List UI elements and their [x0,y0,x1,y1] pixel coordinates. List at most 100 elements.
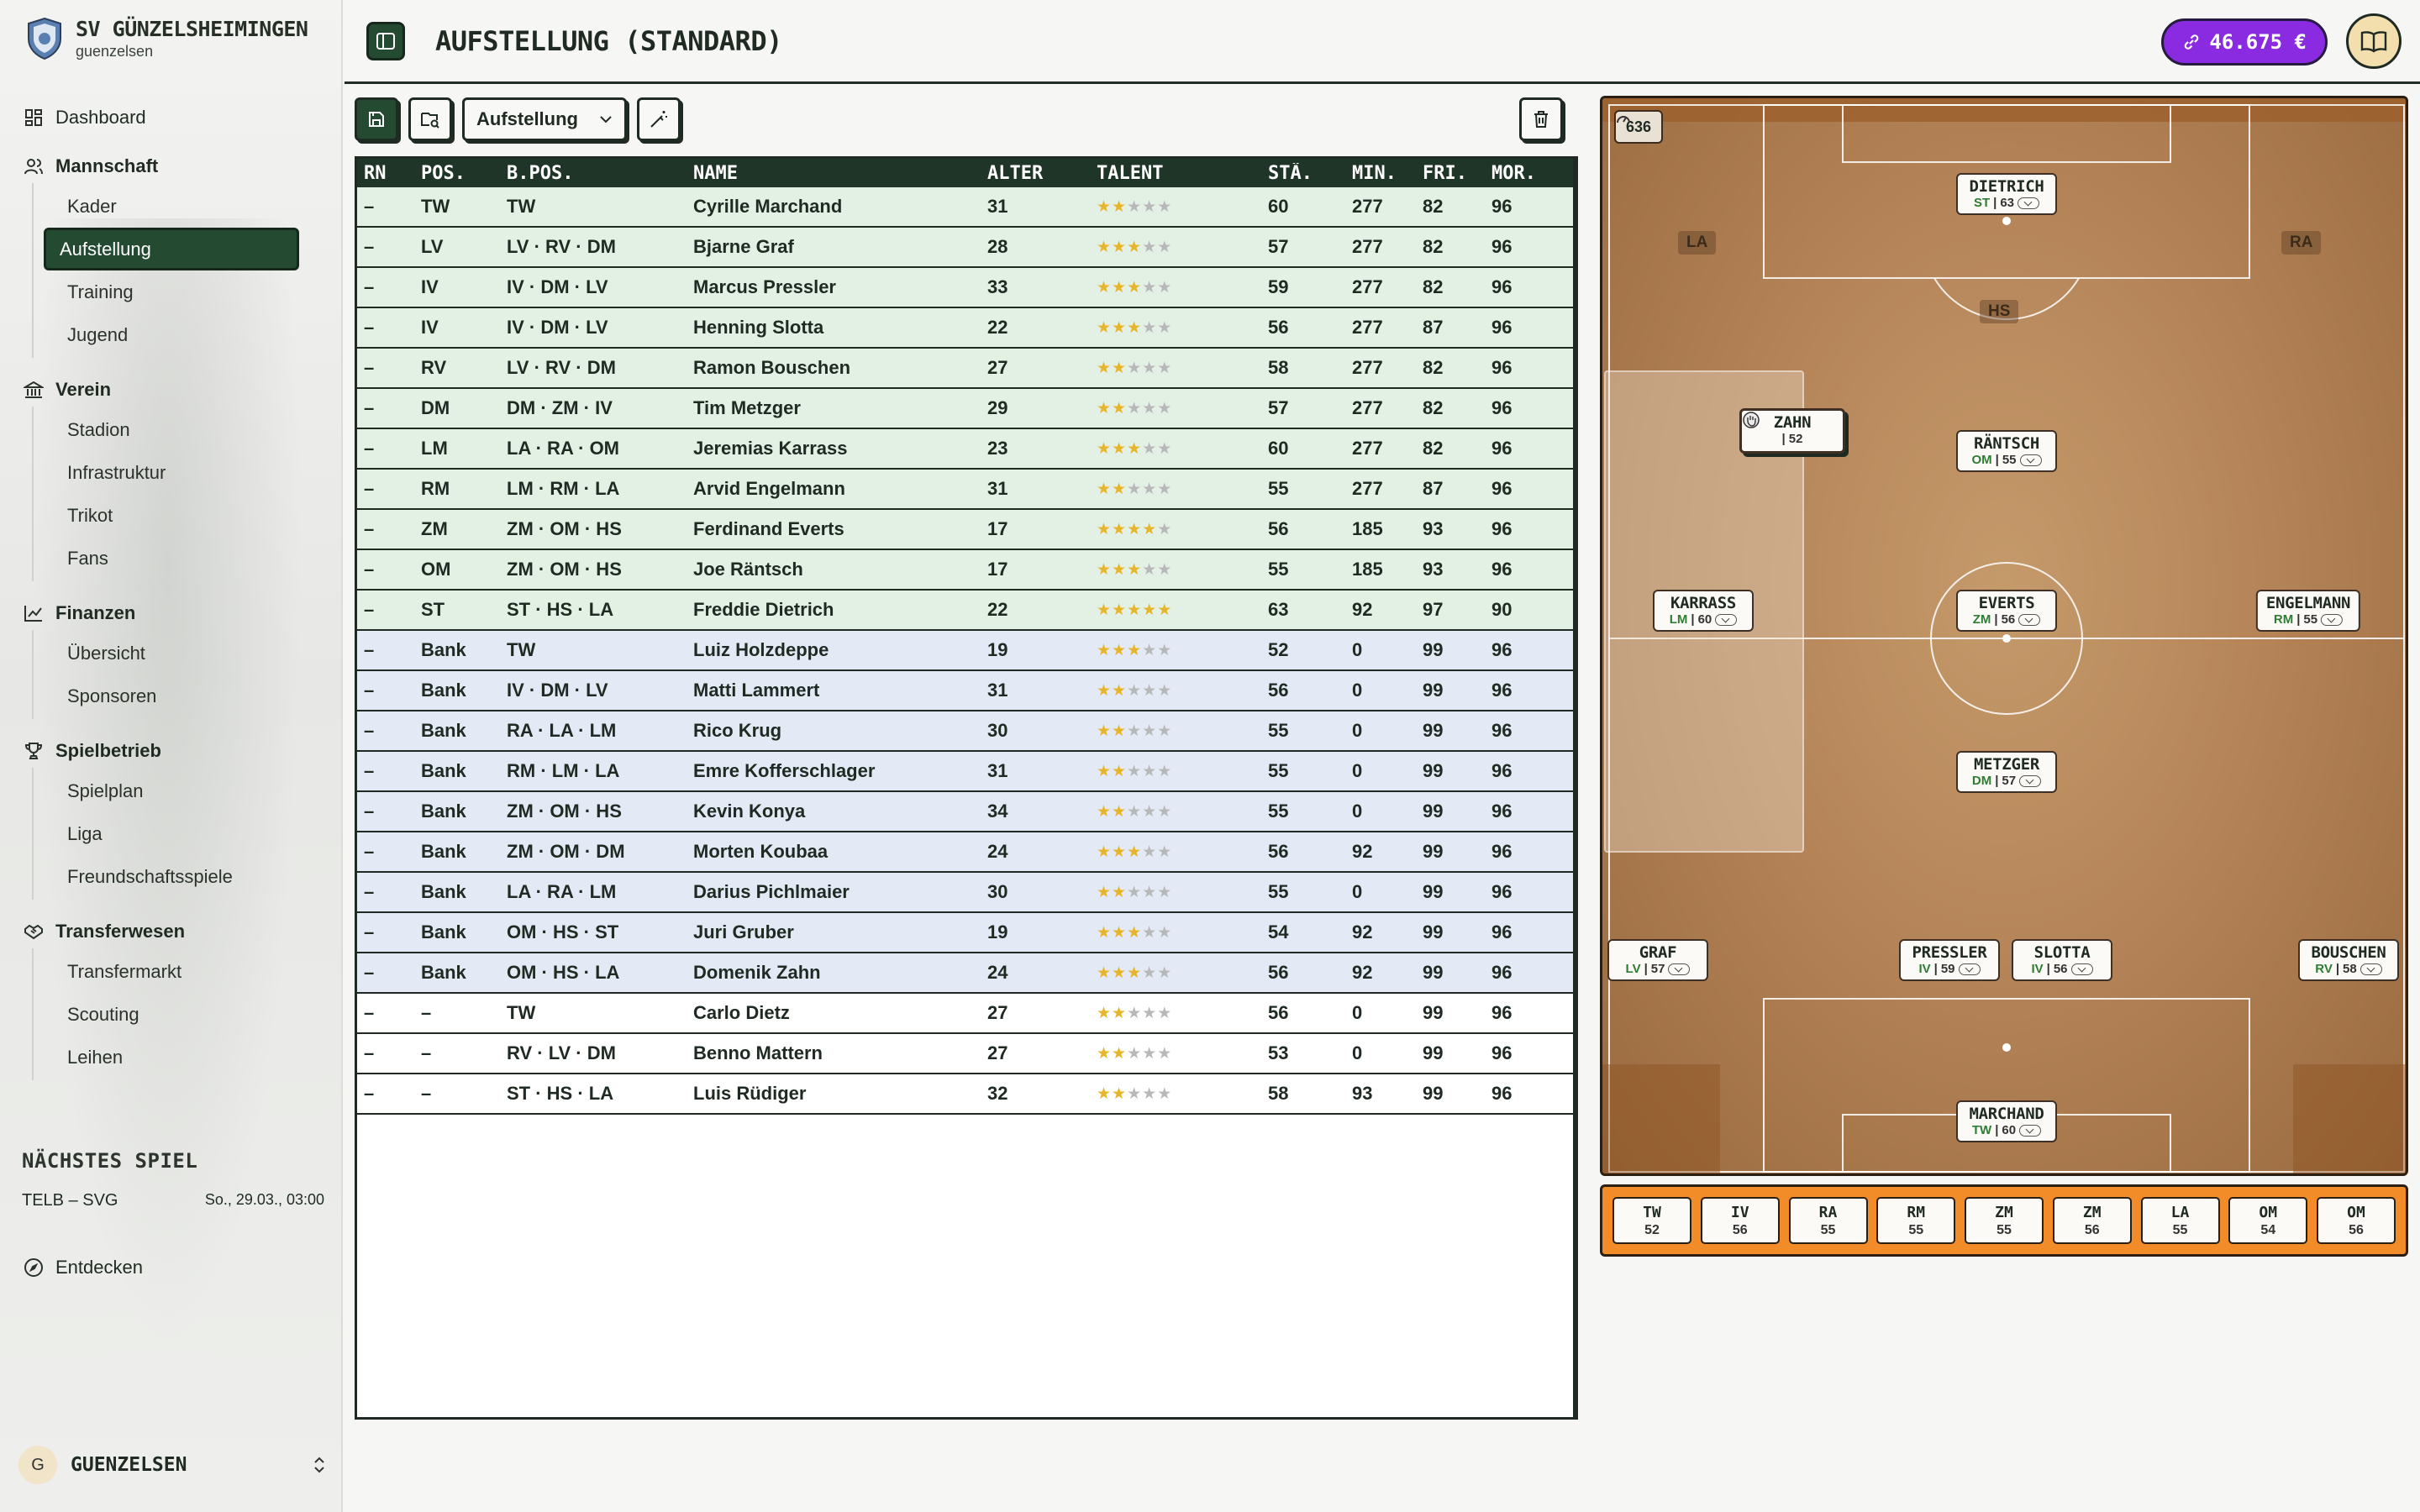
table-row[interactable]: – Bank IV · DM · LV Matti Lammert 31 ★ ★ ★ ★ ★ 56 0… [357,671,1573,711]
bench-player-card[interactable]: RA 55 [1788,1197,1868,1244]
chevron-down-icon[interactable] [2360,963,2382,975]
chevron-down-icon[interactable] [2070,963,2093,975]
zone-hs[interactable]: HS [1980,300,2019,323]
sidebar-section-finanzen[interactable]: Finanzen [0,596,341,630]
sidebar-section-spielbetrieb[interactable]: Spielbetrieb [0,734,341,768]
col-talent[interactable]: TALENT [1090,163,1261,184]
bench-player-card[interactable]: IV 56 [1700,1197,1780,1244]
player-card-rm[interactable]: ENGELMANN RM | 55 [2255,590,2361,632]
sidebar-item-fans[interactable]: Fans [44,537,299,580]
col-minuten[interactable]: MIN. [1345,163,1416,184]
col-frische[interactable]: FRI. [1416,163,1485,184]
chevron-down-icon[interactable] [2019,1124,2042,1137]
table-row[interactable]: – ST ST · HS · LA Freddie Dietrich 22 ★ ★ ★ ★ ★ 63… [357,591,1573,631]
sidebar-section-transferwesen[interactable]: Transferwesen [0,915,341,948]
table-row[interactable]: – RM LM · RM · LA Arvid Engelmann 31 ★ ★ ★ ★ ★ 55 2… [357,470,1573,510]
club-brand[interactable]: SV GÜNZELSHEIMINGEN guenzelsen [25,17,308,60]
col-bpos[interactable]: B.POS. [500,163,687,184]
bench-player-card[interactable]: OM 56 [2317,1197,2396,1244]
zone-ra[interactable]: RA [2281,231,2322,255]
chevron-down-icon[interactable] [2321,613,2344,626]
table-row[interactable]: – IV IV · DM · LV Marcus Pressler 33 ★ ★ ★ ★ ★ 59 2… [357,268,1573,308]
table-row[interactable]: – IV IV · DM · LV Henning Slotta 22 ★ ★ ★ ★ ★ 56 27… [357,308,1573,349]
table-row[interactable]: – Bank RA · LA · LM Rico Krug 30 ★ ★ ★ ★ ★ 55 0 99 96 [357,711,1573,752]
bench-player-card[interactable]: OM 54 [2228,1197,2308,1244]
table-row[interactable]: – Bank LA · RA · LM Darius Pichlmaier 30 ★ ★ ★ ★… [357,873,1573,913]
table-row[interactable]: – Bank RM · LM · LA Emre Kofferschlager 31 ★ ★… [357,752,1573,792]
sidebar-item-übersicht[interactable]: Übersicht [44,632,299,675]
sidebar-item-sponsoren[interactable]: Sponsoren [44,675,299,717]
chevron-down-icon[interactable] [2019,774,2042,787]
player-card-tw[interactable]: MARCHAND TW | 60 [1956,1100,2057,1142]
table-row[interactable]: – Bank OM · HS · LA Domenik Zahn 24 ★ ★ ★ ★ ★ 56 92… [357,953,1573,994]
lineup-select[interactable]: Aufstellung [462,97,627,141]
sidebar-item-freundschaftsspiele[interactable]: Freundschaftsspiele [44,855,299,898]
player-card-iv-left[interactable]: PRESSLER IV | 59 [1899,939,2000,981]
table-row[interactable]: – OM ZM · OM · HS Joe Räntsch 17 ★ ★ ★ ★ ★ 55 185 93… [357,550,1573,591]
chevron-down-icon[interactable] [1715,613,1738,626]
table-row[interactable]: – ZM ZM · OM · HS Ferdinand Everts 17 ★ ★ ★ ★ ★ 56… [357,510,1573,550]
sidebar-toggle-button[interactable] [366,22,405,60]
col-rn[interactable]: RN [357,163,414,184]
col-moral[interactable]: MOR. [1485,163,1569,184]
discover-link[interactable]: Entdecken [24,1257,143,1278]
save-button[interactable] [355,97,398,141]
sidebar-item-trikot[interactable]: Trikot [44,494,299,537]
table-row[interactable]: – Bank OM · HS · ST Juri Gruber 19 ★ ★ ★ ★ ★ 54 92 9… [357,913,1573,953]
player-card-rv[interactable]: BOUSCHEN RV | 58 [2298,939,2399,981]
player-card-lm[interactable]: KARRASS LM | 60 [1653,590,1754,632]
sidebar-item-training[interactable]: Training [44,270,299,313]
player-card-om[interactable]: RÄNTSCH OM | 55 [1956,430,2057,472]
col-alter[interactable]: ALTER [981,163,1090,184]
table-row[interactable]: – – RV · LV · DM Benno Mattern 27 ★ ★ ★ ★ ★ 53 0 99 9… [357,1034,1573,1074]
sidebar-section-verein[interactable]: Verein [0,373,341,407]
sidebar-item-infrastruktur[interactable]: Infrastruktur [44,451,299,494]
col-pos[interactable]: POS. [414,163,500,184]
chevron-down-icon[interactable] [1958,963,1981,975]
table-row[interactable]: – Bank ZM · OM · DM Morten Koubaa 24 ★ ★ ★ ★ ★ 56 9… [357,832,1573,873]
sidebar-item-transfermarkt[interactable]: Transfermarkt [44,950,299,993]
player-card-st[interactable]: DIETRICH ST | 63 [1956,173,2057,215]
chevron-down-icon[interactable] [2019,454,2042,466]
player-card-iv-right[interactable]: SLOTTA IV | 56 [2012,939,2112,981]
sidebar-item-stadion[interactable]: Stadion [44,408,299,451]
sidebar-item-jugend[interactable]: Jugend [44,313,299,356]
table-row[interactable]: – LM LA · RA · OM Jeremias Karrass 23 ★ ★ ★ ★ ★ 60… [357,429,1573,470]
dragged-player-card[interactable]: ZAHN | 52 [1739,408,1845,454]
sidebar-item-scouting[interactable]: Scouting [44,993,299,1036]
auto-lineup-button[interactable] [637,97,681,141]
chevron-down-icon[interactable] [2018,197,2040,209]
bench-player-card[interactable]: TW 52 [1612,1197,1691,1244]
table-row[interactable]: – Bank TW Luiz Holzdeppe 19 ★ ★ ★ ★ ★ 52 0 99 96 [357,631,1573,671]
formation-pitch[interactable]: 636 LA RA HS DIETRICH ST | 63 RÄNTSCH OM | 5… [1600,96,2408,1176]
sidebar-item-liga[interactable]: Liga [44,812,299,855]
table-row[interactable]: – Bank ZM · OM · HS Kevin Konya 34 ★ ★ ★ ★ ★ 55 0 99… [357,792,1573,832]
next-match[interactable]: NÄCHSTES SPIEL TELB – SVG So., 29.03., 0… [22,1149,324,1210]
sidebar-section-mannschaft[interactable]: Mannschaft [0,150,341,183]
chevron-down-icon[interactable] [2018,613,2041,626]
delete-lineup-button[interactable] [1519,97,1563,141]
sidebar-item-dashboard[interactable]: Dashboard [0,101,341,134]
sidebar-item-aufstellung[interactable]: Aufstellung [44,228,299,270]
sidebar-item-leihen[interactable]: Leihen [44,1036,299,1079]
table-row[interactable]: – – TW Carlo Dietz 27 ★ ★ ★ ★ ★ 56 0 99 96 [357,994,1573,1034]
player-card-dm[interactable]: METZGER DM | 57 [1956,751,2057,793]
table-row[interactable]: – LV LV · RV · DM Bjarne Graf 28 ★ ★ ★ ★ ★ 57 277 82… [357,228,1573,268]
user-menu[interactable]: G GUENZELSEN [18,1441,329,1488]
sidebar-item-spielplan[interactable]: Spielplan [44,769,299,812]
table-row[interactable]: – TW TW Cyrille Marchand 31 ★ ★ ★ ★ ★ 60 277 82 96 [357,187,1573,228]
col-staerke[interactable]: STÄ. [1261,163,1345,184]
col-name[interactable]: NAME [687,163,981,184]
table-row[interactable]: – – ST · HS · LA Luis Rüdiger 32 ★ ★ ★ ★ ★ 58 93 99 9… [357,1074,1573,1115]
bench-player-card[interactable]: ZM 55 [1965,1197,2044,1244]
guide-button[interactable] [2346,13,2402,69]
table-row[interactable]: – RV LV · RV · DM Ramon Bouschen 27 ★ ★ ★ ★ ★ 58 27… [357,349,1573,389]
load-lineup-button[interactable] [408,97,452,141]
bench-player-card[interactable]: RM 55 [1876,1197,1956,1244]
balance-button[interactable]: 46.675 € [2161,18,2328,66]
player-card-lv[interactable]: GRAF LV | 57 [1607,939,1708,981]
bench-player-card[interactable]: LA 55 [2140,1197,2220,1244]
zone-la[interactable]: LA [1678,231,1717,255]
bench-player-card[interactable]: ZM 56 [2052,1197,2132,1244]
player-card-zm[interactable]: EVERTS ZM | 56 [1956,590,2057,632]
